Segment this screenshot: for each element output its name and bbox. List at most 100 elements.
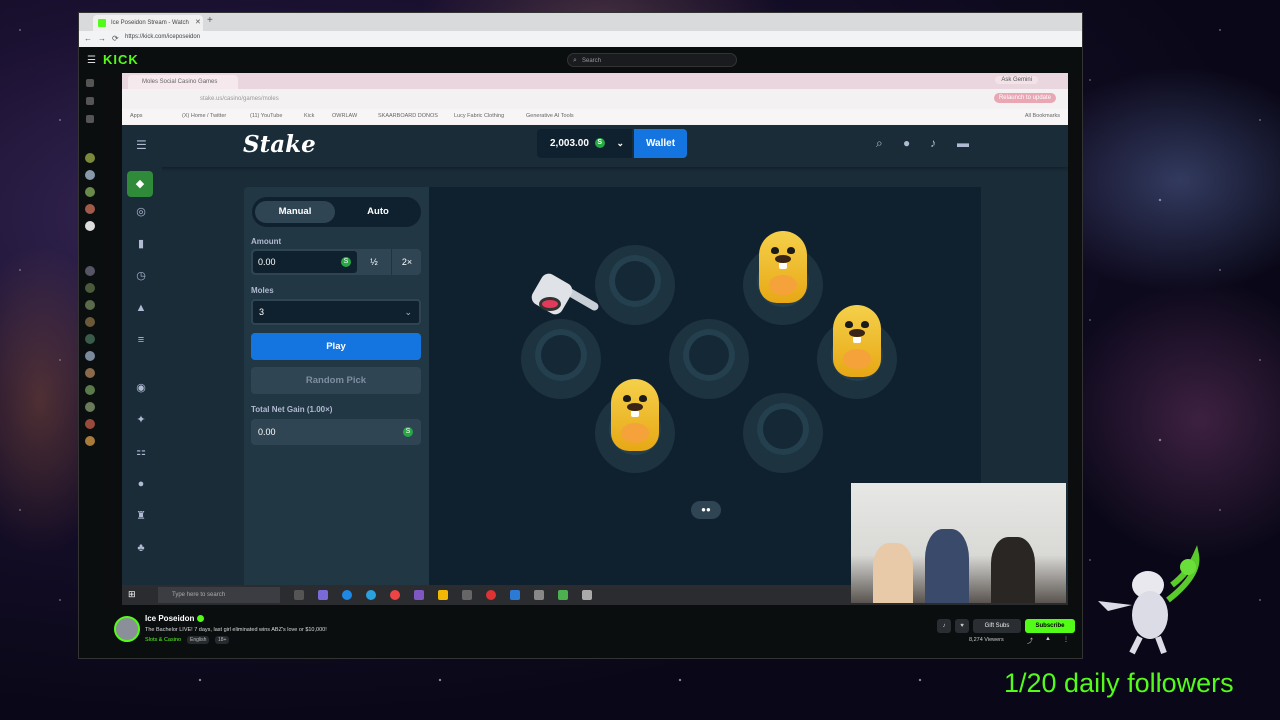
mole-hole bbox=[595, 245, 675, 325]
tab-close-icon[interactable]: ✕ bbox=[195, 18, 201, 26]
followed-channel-avatar[interactable] bbox=[85, 187, 95, 197]
chrome-icon bbox=[390, 590, 400, 600]
browser-tab[interactable]: Ice Poseidon Stream - Watch bbox=[93, 15, 203, 31]
daily-followers-overlay: 1/20 daily followers bbox=[1004, 668, 1234, 698]
tag-language[interactable]: English bbox=[187, 636, 210, 644]
app-icon bbox=[462, 590, 472, 600]
user-icon: ● bbox=[903, 136, 911, 150]
recommended-channel-avatar[interactable] bbox=[85, 283, 95, 293]
streamer-figure bbox=[991, 537, 1035, 603]
followed-channel-avatar[interactable] bbox=[85, 204, 95, 214]
telegram-icon bbox=[366, 590, 376, 600]
recommended-channel-avatar[interactable] bbox=[85, 436, 95, 446]
coin-icon: S bbox=[341, 257, 351, 267]
followed-channel-avatar[interactable] bbox=[85, 170, 95, 180]
tab-manual: Manual bbox=[255, 201, 335, 223]
balance-display: 2,003.00 S ⌄ bbox=[537, 129, 632, 158]
stream-title: The Bachelor LIVE! 7 days, last girl eli… bbox=[145, 627, 327, 633]
share-icon[interactable]: ⤴ bbox=[1027, 636, 1033, 645]
mode-toggle: Manual Auto bbox=[252, 197, 421, 227]
browse-icon[interactable] bbox=[86, 97, 94, 105]
app-icon bbox=[582, 590, 592, 600]
streamer-figure bbox=[925, 529, 969, 603]
kick-search-placeholder: Search bbox=[582, 58, 602, 64]
amount-value: 0.00 bbox=[258, 257, 276, 267]
channel-avatar[interactable] bbox=[114, 616, 140, 642]
bookmark-item: Kick bbox=[304, 113, 315, 119]
bookmark-item: OWRLAW bbox=[332, 113, 358, 119]
viewer-count: 8,274 Viewers bbox=[969, 637, 1004, 643]
stream-tab-title: Moles Social Casino Games bbox=[142, 79, 218, 85]
sports-icon: ◎ bbox=[136, 206, 146, 218]
home-icon[interactable] bbox=[86, 79, 94, 87]
half-button: ½ bbox=[370, 257, 378, 267]
subscribe-button[interactable]: Subscribe bbox=[1025, 619, 1075, 633]
recommended-channel-avatar[interactable] bbox=[85, 334, 95, 344]
taskbar-search: Type here to search bbox=[158, 587, 280, 603]
moles-label: Moles bbox=[251, 286, 274, 295]
new-tab-icon[interactable]: + bbox=[207, 15, 213, 26]
recommended-channel-avatar[interactable] bbox=[85, 351, 95, 361]
tag-age[interactable]: 18+ bbox=[215, 636, 230, 644]
bookmark-item: SKAARBOARD DONOS bbox=[378, 113, 438, 119]
recommended-channel-avatar[interactable] bbox=[85, 368, 95, 378]
recommended-channel-avatar[interactable] bbox=[85, 266, 95, 276]
bets-icon: ≡ bbox=[137, 334, 145, 346]
wallet-button: Wallet bbox=[634, 129, 687, 158]
menu-icon[interactable]: ☰ bbox=[87, 55, 96, 66]
follow-heart-icon[interactable]: ♥ bbox=[955, 619, 969, 633]
bell-icon: ♪ bbox=[930, 136, 936, 150]
mole-hole bbox=[521, 319, 601, 399]
gamepad-icon: ●● bbox=[691, 501, 721, 519]
nav-arrows-icon[interactable]: ←→⟳ bbox=[84, 34, 125, 43]
kick-header: ☰ KICK ⌕ Search bbox=[79, 47, 1082, 73]
kick-logo[interactable]: KICK bbox=[103, 52, 139, 67]
bookmark-item: Generative AI Tools bbox=[526, 113, 574, 119]
mole-hole bbox=[669, 319, 749, 399]
double-button: 2× bbox=[391, 249, 422, 275]
amount-field: 0.00 S ½ 2× bbox=[251, 249, 421, 275]
stream-browser-tab-bar: Moles Social Casino Games Ask Gemini bbox=[122, 73, 1068, 89]
coin-icon: S bbox=[403, 427, 413, 437]
recommended-channel-avatar[interactable] bbox=[85, 419, 95, 429]
bookmarks-bar: Apps (X) Home / Twitter (11) YouTube Kic… bbox=[122, 109, 1068, 126]
streamer-figure bbox=[873, 543, 913, 603]
notification-bell-icon[interactable]: ♪ bbox=[937, 619, 951, 633]
kick-sidebar bbox=[79, 73, 101, 613]
gift-subs-button[interactable]: Gift Subs bbox=[973, 619, 1021, 633]
kick-favicon-icon bbox=[98, 19, 106, 27]
recommended-channel-avatar[interactable] bbox=[85, 385, 95, 395]
ask-gemini-button: Ask Gemini bbox=[995, 76, 1038, 84]
app-icon bbox=[414, 590, 424, 600]
following-icon[interactable] bbox=[86, 115, 94, 123]
webcam-overlay bbox=[851, 483, 1066, 603]
game-shows-icon: ♜ bbox=[136, 510, 146, 522]
moles-select: 3 ⌄ bbox=[251, 299, 421, 325]
clip-icon[interactable]: ▲ bbox=[1045, 636, 1051, 642]
recommended-channel-avatar[interactable] bbox=[85, 402, 95, 412]
copilot-icon bbox=[318, 590, 328, 600]
channel-name[interactable]: Ice Poseidon bbox=[145, 614, 205, 623]
obs-icon bbox=[486, 590, 496, 600]
recent-icon: ◷ bbox=[136, 270, 146, 282]
url-text[interactable]: https://kick.com/iceposeidon bbox=[125, 34, 200, 40]
vscode-icon bbox=[510, 590, 520, 600]
browser-url-bar: ←→⟳ https://kick.com/iceposeidon bbox=[79, 31, 1082, 47]
recommended-channel-avatar[interactable] bbox=[85, 300, 95, 310]
followed-channel-avatar[interactable] bbox=[85, 153, 95, 163]
recommended-channel-avatar[interactable] bbox=[85, 317, 95, 327]
task-view-icon bbox=[294, 590, 304, 600]
mole-character bbox=[611, 379, 659, 451]
more-options-icon[interactable]: ⋮ bbox=[1063, 636, 1069, 643]
coin-icon: S bbox=[594, 138, 605, 149]
stream-category[interactable]: Slots & Casino bbox=[145, 637, 181, 643]
mole-character bbox=[833, 305, 881, 377]
bookmark-item: Lucy Fabric Clothing bbox=[454, 113, 505, 119]
stream-browser-tab: Moles Social Casino Games bbox=[128, 75, 238, 89]
kick-search-input[interactable]: ⌕ Search bbox=[567, 53, 737, 67]
followed-channel-avatar[interactable] bbox=[85, 221, 95, 231]
bookmark-item: (11) YouTube bbox=[250, 113, 283, 119]
windows-start-icon: ⊞ bbox=[128, 589, 136, 599]
search-icon: ⌕ bbox=[876, 136, 883, 150]
channel-name-text: Ice Poseidon bbox=[145, 614, 195, 623]
